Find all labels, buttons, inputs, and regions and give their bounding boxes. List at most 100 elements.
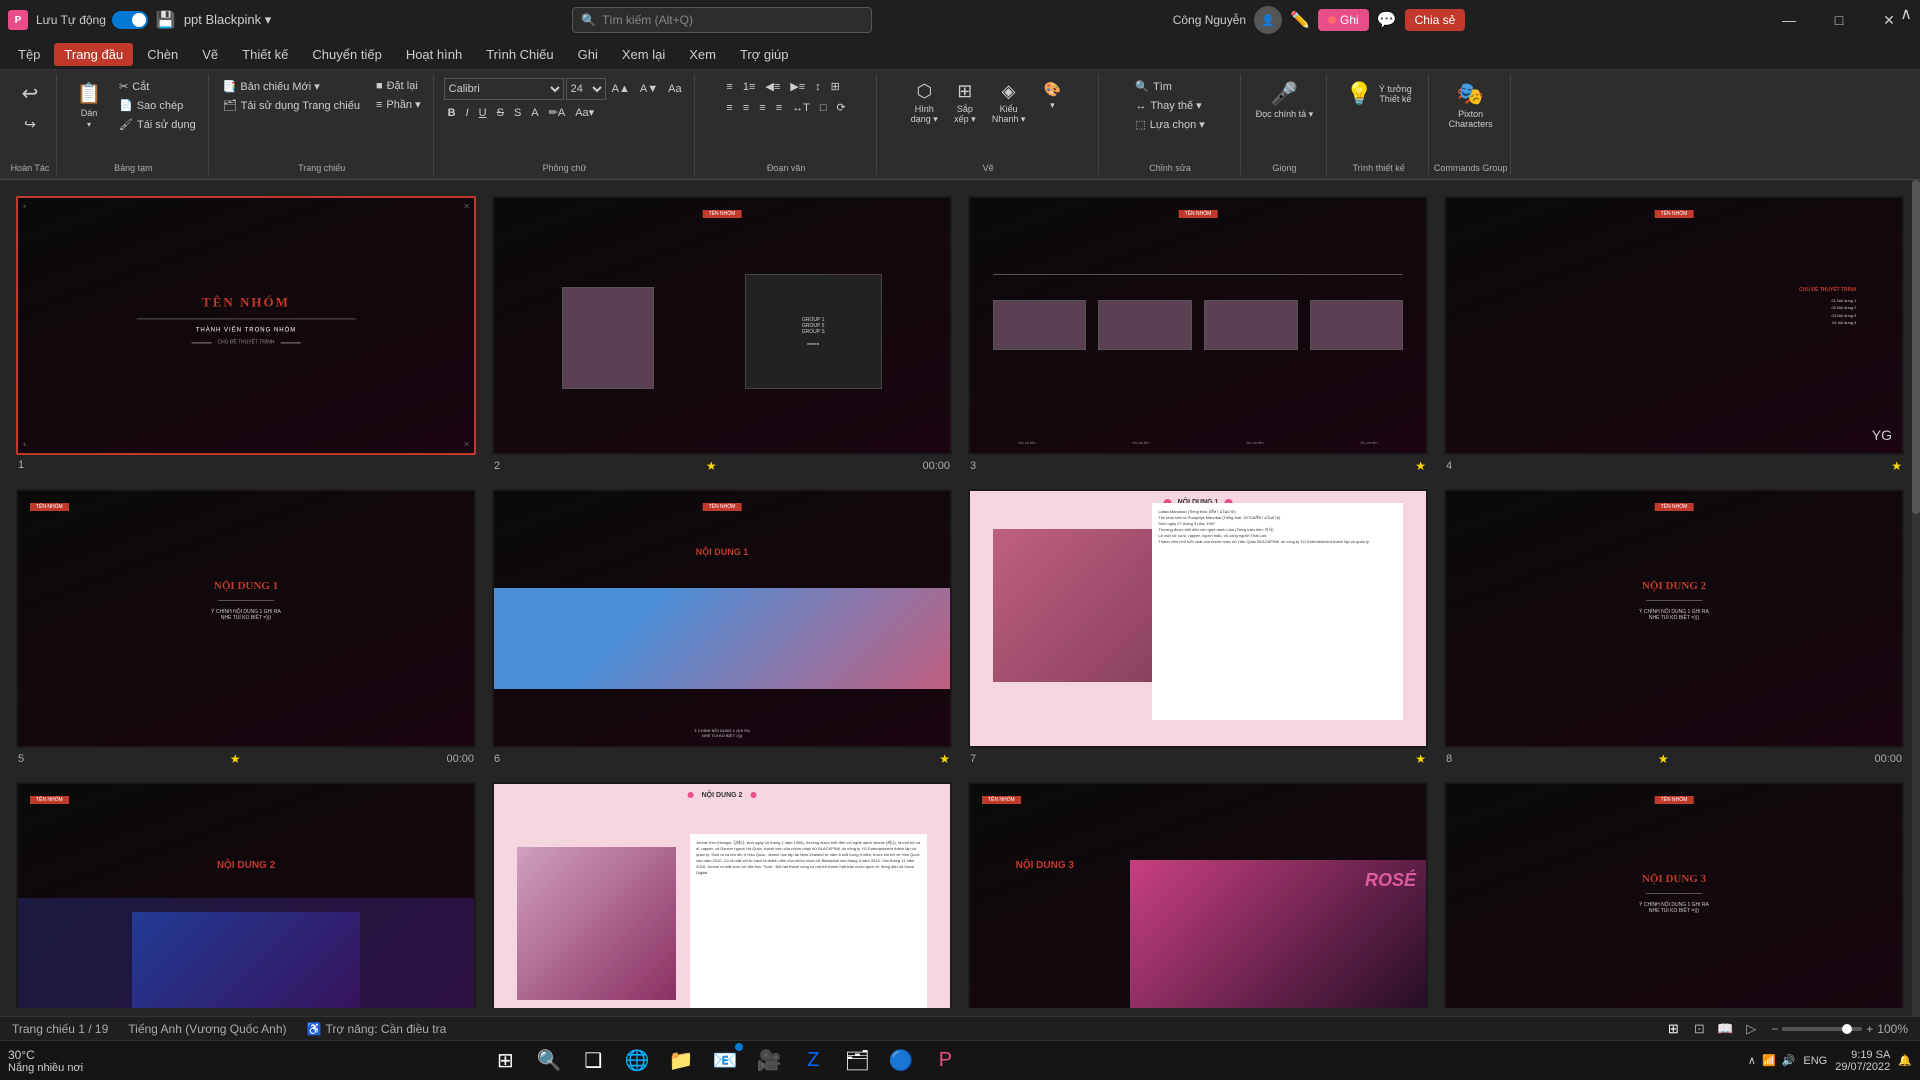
- quick-styles-button[interactable]: ◈ KiểuNhanh ▾: [987, 78, 1031, 128]
- slide-thumbnail-3[interactable]: TÊN NHÓM Họ và tên Họ và tên Họ và tên H…: [968, 196, 1428, 455]
- slide-thumbnail-9[interactable]: TÊN NHÓM NỘI DUNG 2: [16, 782, 476, 1009]
- arrange-button[interactable]: ⊞ Sắpxếp ▾: [947, 78, 983, 128]
- slide-thumbnail-8[interactable]: TÊN NHÓM NỘI DUNG 2 Ý CHÍNH NỘI DUNG 1 G…: [1444, 489, 1904, 748]
- menu-item-trinh-chieu[interactable]: Trình Chiếu: [476, 43, 563, 66]
- strikethrough-button[interactable]: S: [493, 105, 508, 121]
- menu-item-thiet-ke[interactable]: Thiết kế: [232, 43, 298, 66]
- menu-item-trang-dau[interactable]: Trang đầu: [54, 43, 133, 66]
- slide-thumbnail-7[interactable]: NỘI DUNG 1 Lalisa Manoban (Tiếng thái: ล…: [968, 489, 1428, 748]
- powerpoint-button[interactable]: P: [927, 1043, 963, 1079]
- menu-item-chuyen-tiep[interactable]: Chuyển tiếp: [302, 43, 391, 66]
- reading-view-button[interactable]: 📖: [1713, 1019, 1737, 1039]
- font-increase-button[interactable]: A▲: [608, 81, 634, 97]
- columns-button[interactable]: ⊞: [827, 78, 844, 95]
- text-color-button[interactable]: A: [527, 105, 542, 121]
- slide-thumbnail-12[interactable]: TÊN NHÓM NỘI DUNG 3 Ý CHÍNH NỘI DUNG 1 G…: [1444, 782, 1904, 1009]
- menu-item-ghi[interactable]: Ghi: [568, 43, 608, 66]
- menu-item-xem[interactable]: Xem: [679, 43, 726, 66]
- comment-icon[interactable]: 💬: [1377, 10, 1397, 30]
- scrollbar[interactable]: [1912, 180, 1920, 1016]
- set-layout-button[interactable]: ■ Đặt lại: [372, 78, 425, 94]
- share-button[interactable]: Chia sẻ: [1405, 9, 1466, 31]
- files-button[interactable]: 🗂: [839, 1043, 875, 1079]
- clear-format-button[interactable]: Aa: [664, 81, 685, 97]
- zoom-slider[interactable]: [1782, 1027, 1862, 1031]
- file-name[interactable]: ppt Blackpink ▾: [184, 12, 271, 28]
- undo-button[interactable]: ↩: [12, 78, 48, 109]
- new-slide-button[interactable]: 📑 Bản chiếu Mới ▾: [219, 78, 364, 95]
- accessibility-status[interactable]: ♿ Trợ năng: Cần điều tra: [307, 1022, 447, 1036]
- font-decrease-button[interactable]: A▼: [636, 81, 662, 97]
- taskview-button[interactable]: ❑: [575, 1043, 611, 1079]
- slide-thumbnail-10[interactable]: NỘI DUNG 2 Jennie Kim (Hangul: 김제니; sinh…: [492, 782, 952, 1009]
- normal-view-button[interactable]: ⊞: [1661, 1019, 1685, 1039]
- redo-button[interactable]: ↪: [12, 113, 48, 136]
- minimize-button[interactable]: —: [1766, 5, 1812, 35]
- highlight-button[interactable]: ✏A: [545, 104, 570, 121]
- align-left-button[interactable]: ≡: [722, 100, 736, 116]
- increase-indent-button[interactable]: ▶≡: [786, 78, 809, 95]
- shapes-button[interactable]: ⬡ Hìnhdạng ▾: [906, 78, 943, 128]
- slide-thumbnail-5[interactable]: TÊN NHÓM NỘI DUNG 1 Ý CHÍNH NỘI DUNG 1 G…: [16, 489, 476, 748]
- dictate-button[interactable]: 🎤 Đọc chính tả ▾: [1251, 78, 1319, 123]
- change-case-button[interactable]: Aa▾: [571, 104, 598, 121]
- shape-fill-button[interactable]: 🎨 ▾: [1034, 78, 1070, 114]
- bold-button[interactable]: B: [444, 105, 460, 121]
- zoom-in-button[interactable]: +: [1866, 1022, 1873, 1036]
- slide-thumbnail-4[interactable]: TÊN NHÓM CHỦ ĐỀ THUYẾT TRÌNH 01 Nội dung…: [1444, 196, 1904, 455]
- section-button[interactable]: ≡ Phần ▾: [372, 96, 425, 113]
- numbered-list-button[interactable]: 1≡: [739, 79, 760, 95]
- text-direction-button[interactable]: ↔T: [788, 100, 814, 116]
- slide-sorter-button[interactable]: ⊡: [1687, 1019, 1711, 1039]
- menu-item-ve[interactable]: Vẽ: [192, 43, 228, 66]
- slide-thumbnail-1[interactable]: + ✕ + ✕ TÊN NHÓM THÀNH VIÊN TRONG NHÓM C…: [16, 196, 476, 455]
- clock[interactable]: 9:19 SA 29/07/2022: [1835, 1049, 1890, 1073]
- zalo-button[interactable]: Z: [795, 1043, 831, 1079]
- slide-thumbnail-11[interactable]: TÊN NHÓM NỘI DUNG 3 ROSÉ: [968, 782, 1428, 1009]
- italic-button[interactable]: I: [462, 105, 473, 121]
- network-icon[interactable]: 📶: [1762, 1054, 1776, 1067]
- smart-art-button[interactable]: □: [816, 100, 831, 116]
- zoom-out-button[interactable]: −: [1771, 1022, 1778, 1036]
- volume-icon[interactable]: 🔊: [1782, 1054, 1796, 1067]
- convert-button[interactable]: ⟳: [833, 99, 850, 116]
- designer-button[interactable]: 💡 Ý tưởngThiết kế: [1340, 78, 1416, 110]
- save-icon[interactable]: 💾: [156, 10, 176, 30]
- menu-item-chen[interactable]: Chèn: [137, 43, 188, 66]
- bullet-list-button[interactable]: ≡: [722, 79, 736, 95]
- zoom-app-button[interactable]: 🎥: [751, 1043, 787, 1079]
- find-button[interactable]: 🔍 Tìm: [1131, 78, 1176, 95]
- language-indicator[interactable]: ENG: [1803, 1055, 1827, 1067]
- avatar[interactable]: 👤: [1254, 6, 1282, 34]
- mail-button[interactable]: 📧: [707, 1043, 743, 1079]
- edit-icon[interactable]: ✏️: [1290, 10, 1310, 30]
- select-button[interactable]: ⬚ Lựa chọn ▾: [1131, 116, 1209, 133]
- menu-item-xem-lai[interactable]: Xem lại: [612, 43, 675, 66]
- search-bar[interactable]: 🔍 Tìm kiếm (Alt+Q): [572, 7, 872, 33]
- menu-item-tep[interactable]: Tệp: [8, 43, 50, 66]
- decrease-indent-button[interactable]: ◀≡: [761, 78, 784, 95]
- start-button[interactable]: ⊞: [487, 1043, 523, 1079]
- align-right-button[interactable]: ≡: [755, 100, 769, 116]
- cut-button[interactable]: ✂ Cắt: [115, 78, 200, 95]
- layout-button[interactable]: 🗂 Tải sử dụng Trang chiếu: [219, 97, 364, 114]
- copy-button[interactable]: 📄 Sao chép: [115, 97, 200, 114]
- maximize-button[interactable]: □: [1816, 5, 1862, 35]
- justify-button[interactable]: ≡: [772, 100, 786, 116]
- edge-button[interactable]: 🌐: [619, 1043, 655, 1079]
- underline-button[interactable]: U: [475, 105, 491, 121]
- font-family-select[interactable]: Calibri: [444, 78, 564, 100]
- font-size-select[interactable]: 24: [566, 78, 606, 100]
- slide-thumbnail-2[interactable]: TÊN NHÓM GROUP 1GROUP 5GROUP S ■■■■■: [492, 196, 952, 455]
- align-center-button[interactable]: ≡: [739, 100, 753, 116]
- record-button[interactable]: Ghi: [1318, 9, 1369, 31]
- format-paint-button[interactable]: 🖌 Tái sử dụng: [115, 116, 200, 133]
- search-taskbar-button[interactable]: 🔍: [531, 1043, 567, 1079]
- tray-expand-button[interactable]: ∧: [1748, 1054, 1756, 1067]
- line-spacing-button[interactable]: ↕: [811, 79, 825, 95]
- shadow-button[interactable]: S: [510, 105, 525, 121]
- slide-thumbnail-6[interactable]: TÊN NHÓM NỘI DUNG 1 Ý CHÍNH NỘI DUNG 1 G…: [492, 489, 952, 748]
- menu-item-hoat-hinh[interactable]: Hoạt hình: [396, 43, 472, 66]
- chrome-button[interactable]: 🔵: [883, 1043, 919, 1079]
- pixton-button[interactable]: 🎭 PixtonCharacters: [1444, 78, 1498, 132]
